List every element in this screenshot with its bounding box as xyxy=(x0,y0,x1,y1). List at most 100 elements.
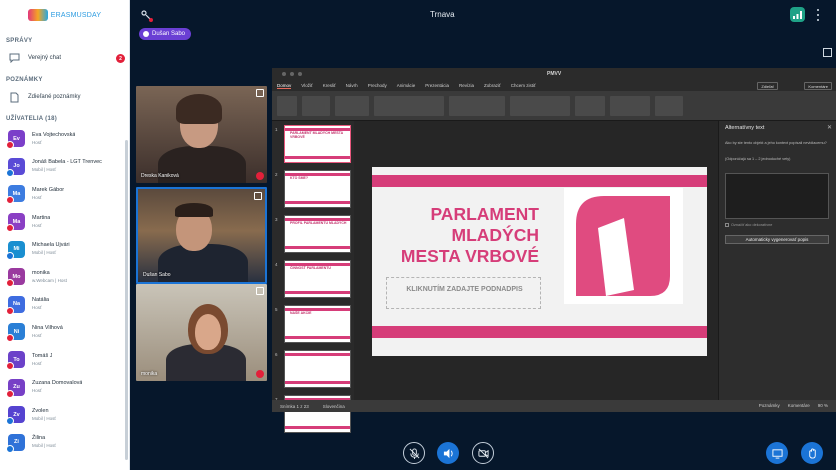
user-status-icon xyxy=(6,279,14,288)
chat-bubble-icon xyxy=(8,52,20,64)
mic-off-icon xyxy=(409,447,419,459)
user-name: Natália xyxy=(32,297,50,304)
pp-status-bar: Snímka 1 z 23 Slovenčina Poznámky Koment… xyxy=(272,400,836,412)
slide-thumbnail[interactable]: PROFIL PARLAMENTU MLADÝCH xyxy=(284,215,351,253)
user-status-icon xyxy=(6,196,14,205)
pp-tab[interactable]: Vložiť xyxy=(301,83,312,88)
close-icon[interactable]: ✕ xyxy=(827,124,832,131)
user-role: Mobil | Hosť xyxy=(32,443,57,449)
user-name: Eva Vojtechovská xyxy=(32,131,76,138)
user-status-icon xyxy=(6,251,14,260)
alt-text-input[interactable] xyxy=(725,173,829,219)
alt-text-pane: Alternatívny text ✕ Ako by ste tento obj… xyxy=(718,121,836,400)
public-chat-item[interactable]: Verejný chat 2 xyxy=(0,47,129,69)
notes-button[interactable]: Poznámky xyxy=(759,403,780,408)
auto-generate-button[interactable]: Automaticky vygenerovať popis xyxy=(725,235,829,244)
pp-tab[interactable]: Domov xyxy=(277,83,292,89)
user-list-item[interactable]: Ni Nina Vilhová Hosť xyxy=(0,318,129,346)
pp-main: 1 PARLAMENT MLADÝCH MESTA VRBOVÉ 2 KTO SME?… xyxy=(272,121,836,433)
video-tile-1[interactable]: Dreska Kaniková xyxy=(136,86,267,183)
user-list-item[interactable]: Ev Eva Vojtechovská Hosť xyxy=(0,125,129,153)
user-list-item[interactable]: Mi Michaela Ujvári Mobil | Hosť xyxy=(0,235,129,263)
user-list: Ev Eva Vojtechovská Hosť Jo Jonáš Babela - L… xyxy=(0,125,129,456)
mute-microphone-button[interactable] xyxy=(403,442,425,464)
video-label: Dreska Kaniková xyxy=(141,173,179,179)
user-list-item[interactable]: Jo Jonáš Babela - LGT Trenvec Mobil | Hosť xyxy=(0,153,129,181)
presenter-mic-icon xyxy=(143,31,149,37)
thumbnail-title: KTO SME? xyxy=(290,176,309,180)
unread-badge: 2 xyxy=(116,54,125,63)
raise-hand-button[interactable] xyxy=(801,442,823,464)
more-options-icon[interactable] xyxy=(815,9,821,21)
user-list-item[interactable]: Ma Marek Gábor Hosť xyxy=(0,180,129,208)
user-list-item[interactable]: Na Natália Hosť xyxy=(0,291,129,319)
user-list-item[interactable]: Ma Martina Hosť xyxy=(0,208,129,236)
monitor-icon xyxy=(771,448,783,459)
muted-mic-icon xyxy=(256,172,264,180)
user-list-item[interactable]: Zi Žilina Mobil | Hosť xyxy=(0,429,129,457)
user-avatar: To xyxy=(6,351,25,371)
pp-tab[interactable]: Chcem zistiť xyxy=(511,83,536,88)
user-role: Hosť xyxy=(32,194,42,200)
user-name: Žilina xyxy=(32,435,46,442)
fullscreen-icon[interactable] xyxy=(823,48,832,57)
pp-tab[interactable]: Prechody xyxy=(368,83,387,88)
user-avatar: Jo xyxy=(6,157,25,177)
status-comments-button[interactable]: Komentáre xyxy=(788,403,810,408)
user-name: monika xyxy=(32,269,50,276)
camera-button[interactable] xyxy=(472,442,494,464)
thumbnail-title: PROFIL PARLAMENTU MLADÝCH xyxy=(290,221,347,225)
user-name: Nina Vilhová xyxy=(32,324,63,331)
pp-tab[interactable]: Kresliť xyxy=(323,83,336,88)
decorative-checkbox[interactable]: Označiť ako dekoratívne xyxy=(725,223,772,227)
parliament-logo[interactable] xyxy=(564,188,683,304)
pp-share-button[interactable]: Zdieľať xyxy=(757,82,778,90)
current-slide[interactable]: PARLAMENT MLADÝCH MESTA VRBOVÉ KLIKNUTÍM… xyxy=(372,167,707,356)
pp-tab[interactable]: Prezentácia xyxy=(425,83,449,88)
user-name: Zvolen xyxy=(32,407,49,414)
user-role: Hosť xyxy=(32,305,42,311)
user-avatar: Zi xyxy=(6,433,25,453)
messages-section-title: SPRÁVY xyxy=(6,38,33,44)
subtitle-placeholder[interactable]: KLIKNUTÍM ZADAJTE PODNADPIS xyxy=(386,277,541,309)
connection-status-icon[interactable] xyxy=(140,9,154,23)
user-list-item[interactable]: Zu Zuzana Domovalová Hosť xyxy=(0,373,129,401)
presenter-indicator: Dušan Sabo xyxy=(139,28,192,40)
user-name: Michaela Ujvári xyxy=(32,242,70,249)
slide-thumbnail[interactable]: PARLAMENT MLADÝCH MESTA VRBOVÉ xyxy=(284,125,351,163)
app-logo: ERASMUSDAY xyxy=(0,0,129,30)
user-list-item[interactable]: Mo monika w.Webcam | Hosť xyxy=(0,263,129,291)
shared-notes-item[interactable]: Zdieľané poznámky xyxy=(0,86,129,108)
slide-thumbnail[interactable]: KTO SME? xyxy=(284,170,351,208)
user-list-item[interactable]: To Tomáš J Hosť xyxy=(0,346,129,374)
pp-tab[interactable]: Návrh xyxy=(346,83,358,88)
zoom-level[interactable]: 90 % xyxy=(818,403,828,408)
screenshare-button[interactable] xyxy=(766,442,788,464)
alt-text-hint: (Odporúčajú sa 1 – 2 jednoduché vety) xyxy=(725,157,791,161)
slide-thumbnail[interactable]: ČINNOSŤ PARLAMENTU xyxy=(284,260,351,298)
presenter-name: Dušan Sabo xyxy=(152,31,186,37)
pp-tab[interactable]: Revízia xyxy=(459,83,474,88)
expand-icon[interactable] xyxy=(256,287,264,295)
meeting-title: Trnava xyxy=(430,10,455,19)
expand-icon[interactable] xyxy=(254,192,262,200)
pp-comments-button[interactable]: Komentáre xyxy=(804,82,832,90)
user-role: Hosť xyxy=(32,139,42,145)
pp-ribbon xyxy=(272,91,836,121)
video-tile-2[interactable]: Dušan Sabo xyxy=(136,187,267,284)
thumbnail-number: 4 xyxy=(275,262,278,267)
expand-icon[interactable] xyxy=(256,89,264,97)
user-list-scrollbar[interactable] xyxy=(125,140,128,460)
user-list-item[interactable]: Zv Zvolen Mobil | Hosť xyxy=(0,401,129,429)
user-avatar: Mi xyxy=(6,240,25,260)
connection-bars-button[interactable] xyxy=(790,7,805,22)
pp-tab[interactable]: Zobraziť xyxy=(484,83,501,88)
signal-bars-icon xyxy=(793,10,802,19)
thumbnail-number: 1 xyxy=(275,127,278,132)
notes-section-title: POZNÁMKY xyxy=(6,77,43,83)
pp-tab[interactable]: Animácie xyxy=(397,83,416,88)
slide-thumbnail[interactable]: NAŠE AKCIE xyxy=(284,305,351,343)
slide-thumbnail[interactable] xyxy=(284,350,351,388)
audio-button[interactable] xyxy=(437,442,459,464)
video-tile-3[interactable]: monika xyxy=(136,284,267,381)
